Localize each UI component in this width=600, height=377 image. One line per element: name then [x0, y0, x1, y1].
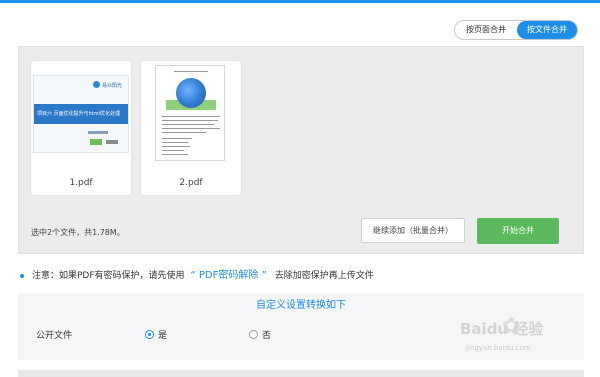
public-yes-label: 是 [158, 331, 168, 341]
top-accent-bar [0, 0, 600, 3]
file-thumbnail-slide: 易众阳光 项目六 页面优化提升与html优化处理 [33, 75, 129, 153]
watermark-url: jingyan.baidu.com [466, 344, 531, 352]
doc-text-line [162, 116, 220, 117]
doc-text-line [162, 138, 192, 139]
password-note: 注意：如果PDF有密码保护，请先使用 “ PDF密码解除 ” 去除加密保护再上传文件 [20, 266, 374, 281]
doc-title-line [174, 71, 208, 72]
doc-text-line [162, 120, 218, 121]
merge-by-page-button[interactable]: 按页面合并 [457, 21, 515, 39]
file-name: 2.pdf [179, 178, 203, 188]
slide-subtitle-bar [88, 131, 108, 134]
radio-unchecked-icon [249, 330, 258, 339]
slide-grey-tag [106, 140, 118, 144]
file-name: 1.pdf [69, 178, 93, 188]
doc-text-line [162, 128, 220, 129]
watermark: ✿ Baidu 经验 jingyan.baidu.com [458, 312, 578, 356]
slide-green-tag [90, 139, 102, 145]
slide-title: 项目六 页面优化提升与html优化处理 [34, 104, 128, 124]
pdf-password-removal-link[interactable]: “ PDF密码解除 ” [191, 270, 267, 281]
doc-text-line [162, 146, 190, 147]
note-prefix: 注意：如果PDF有密码保护，请先使用 [32, 271, 185, 281]
watermark-brand: Baidu 经验 [460, 320, 544, 338]
next-section-strip [18, 370, 584, 377]
bullet-icon [20, 273, 24, 278]
start-merge-button[interactable]: 开始合并 [477, 218, 559, 244]
doc-text-line [162, 142, 188, 143]
file-upload-panel: 易众阳光 项目六 页面优化提升与html优化处理 1.pdf 2.pdf 选中2… [18, 46, 584, 254]
doc-text-line [162, 150, 184, 151]
slide-logo-text: 易众阳光 [101, 83, 122, 89]
merge-mode-toggle: 按页面合并 按文件合并 [454, 20, 578, 40]
merge-by-file-button[interactable]: 按文件合并 [517, 21, 577, 39]
selection-summary: 选中2个文件，共1.78M。 [31, 228, 125, 237]
doc-text-line [162, 124, 214, 125]
doc-text-line [162, 154, 188, 155]
public-yes-radio[interactable]: 是 [145, 328, 167, 341]
note-suffix: 去除加密保护再上传文件 [274, 271, 374, 281]
logo-icon [93, 81, 100, 88]
public-file-label: 公开文件 [36, 331, 73, 341]
public-no-radio[interactable]: 否 [249, 328, 271, 341]
file-thumbnail-document [155, 65, 225, 161]
globe-icon [176, 78, 206, 108]
file-card-2[interactable]: 2.pdf [141, 61, 241, 195]
radio-checked-icon [145, 330, 154, 339]
file-card-1[interactable]: 易众阳光 项目六 页面优化提升与html优化处理 1.pdf [31, 61, 131, 195]
doc-text-line [162, 132, 206, 133]
add-more-files-button[interactable]: 继续添加（批量合并） [361, 218, 465, 243]
public-no-label: 否 [262, 331, 272, 341]
